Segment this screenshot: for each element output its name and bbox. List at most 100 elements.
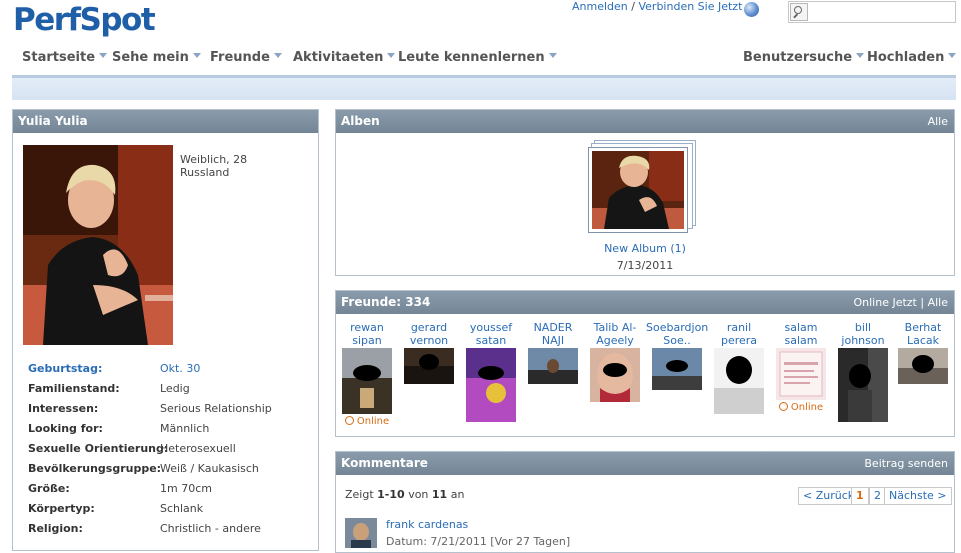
friend-avatar[interactable]	[404, 348, 454, 384]
album-date: 7/13/2011	[616, 259, 674, 272]
chevron-down-icon	[192, 53, 201, 58]
albums-panel: Alben Alle New Album (1) 7/13/2011	[335, 109, 955, 276]
connect-link[interactable]: Verbinden Sie Jetzt	[638, 0, 742, 13]
friend-name[interactable]: NADER NAJI	[522, 321, 584, 348]
info-label: Bevölkerungsgruppe:	[28, 462, 162, 475]
albums-title: Alben	[341, 114, 380, 128]
next-page-button[interactable]: Nächste >	[884, 487, 952, 505]
friend-avatar[interactable]	[590, 348, 640, 402]
friend-card[interactable]: salam salam Online	[770, 321, 832, 413]
info-value: Heterosexuell	[160, 442, 236, 455]
friend-card[interactable]: ranil perera	[708, 321, 770, 414]
friend-name[interactable]: gerard vernon	[398, 321, 460, 348]
clock-icon	[778, 402, 788, 411]
top-links: Anmelden / Verbinden Sie Jetzt	[572, 0, 742, 13]
albums-all-link[interactable]: Alle	[928, 110, 948, 133]
friend-card[interactable]: youssef satan	[460, 321, 522, 422]
comment-date: Datum: 7/21/2011 [Vor 27 Tagen]	[386, 535, 571, 548]
top-links-separator: /	[631, 0, 635, 13]
info-label: Interessen:	[28, 402, 99, 415]
comment-avatar[interactable]	[345, 518, 377, 548]
friend-name[interactable]: Berhat Lacak	[892, 321, 954, 348]
profile-header: Yulia Yulia	[13, 110, 318, 133]
friend-name[interactable]: Soebardjono Soe..	[646, 321, 708, 348]
comments-header: Kommentare Beitrag senden	[336, 452, 954, 475]
friend-card[interactable]: gerard vernon	[398, 321, 460, 384]
friend-card[interactable]: rewan sipan Online	[336, 321, 398, 427]
friend-name[interactable]: rewan sipan	[336, 321, 398, 348]
info-value: Männlich	[160, 422, 210, 435]
comments-title: Kommentare	[341, 456, 428, 470]
nav-aktivitaeten[interactable]: Aktivitaeten	[293, 50, 396, 65]
friends-panel: Freunde: 334 Online Jetzt | Alle rewan s…	[335, 290, 955, 437]
nav-freunde[interactable]: Freunde	[210, 50, 282, 65]
profile-name: Yulia Yulia	[18, 114, 88, 128]
search-icon[interactable]	[790, 3, 808, 21]
nav-benutzersuche[interactable]: Benutzersuche	[743, 50, 865, 65]
friend-card[interactable]: Soebardjono Soe..	[646, 321, 708, 390]
album-thumbnail[interactable]	[588, 147, 688, 233]
friend-avatar[interactable]	[466, 348, 516, 422]
friend-name[interactable]: youssef satan	[460, 321, 522, 348]
friend-avatar[interactable]	[898, 348, 948, 384]
online-status: Online	[336, 416, 398, 427]
info-value: Serious Relationship	[160, 402, 272, 415]
friend-card[interactable]: bill johnson	[832, 321, 894, 422]
friend-avatar[interactable]	[528, 348, 578, 384]
friend-name[interactable]: Talib Al-Ageely	[584, 321, 646, 348]
page-1-button[interactable]: 1	[851, 487, 869, 505]
globe-icon[interactable]	[744, 2, 759, 17]
chevron-down-icon	[548, 53, 557, 58]
prev-page-button[interactable]: < Zurück	[798, 487, 860, 505]
gender-age: Weiblich, 28	[180, 153, 248, 166]
friends-title: Freunde: 334	[341, 295, 431, 309]
perfspot-logo[interactable]: PerfSpot	[13, 2, 156, 38]
nav-sehe-mein[interactable]: Sehe mein	[112, 50, 201, 65]
chevron-down-icon	[948, 53, 957, 58]
friend-card[interactable]: Talib Al-Ageely	[584, 321, 646, 402]
main-nav: Startseite Sehe mein Freunde Aktivitaete…	[0, 50, 961, 70]
post-comment-link[interactable]: Beitrag senden	[864, 452, 948, 475]
friends-header: Freunde: 334 Online Jetzt | Alle	[336, 291, 954, 314]
friend-avatar[interactable]	[838, 348, 888, 422]
profile-meta: Weiblich, 28 Russland	[180, 153, 247, 179]
info-value: Christlich - andere	[160, 522, 261, 535]
online-now-link[interactable]: Online Jetzt	[853, 296, 916, 309]
info-label: Religion:	[28, 522, 83, 535]
friend-avatar[interactable]	[342, 348, 392, 414]
nav-hochladen[interactable]: Hochladen	[867, 50, 957, 65]
chevron-down-icon	[856, 53, 865, 58]
info-value: Weiß / Kaukasisch	[160, 462, 259, 475]
album-cover[interactable]	[586, 140, 696, 233]
chevron-down-icon	[273, 53, 282, 58]
country: Russland	[180, 166, 230, 179]
nav-startseite[interactable]: Startseite	[22, 50, 108, 65]
comment-author-link[interactable]: frank cardenas	[386, 518, 468, 531]
profile-photo[interactable]	[23, 145, 173, 345]
info-label: Größe:	[28, 482, 70, 495]
showing-count: Zeigt 1-10 von 11 an	[345, 488, 465, 501]
header-separator: |	[920, 296, 925, 309]
friend-avatar[interactable]	[776, 348, 826, 400]
friend-avatar[interactable]	[652, 348, 702, 390]
info-label: Familienstand:	[28, 382, 120, 395]
friend-card[interactable]: Berhat Lacak	[892, 321, 954, 384]
chevron-down-icon	[99, 53, 108, 58]
info-label[interactable]: Geburtstag:	[28, 362, 102, 375]
info-label: Sexuelle Orientierung:	[28, 442, 169, 455]
friend-card[interactable]: NADER NAJI	[522, 321, 584, 384]
album-name-link[interactable]: New Album (1)	[336, 242, 954, 255]
nav-leute-kennenlernen[interactable]: Leute kennenlernen	[398, 50, 557, 65]
friends-all-link[interactable]: Alle	[928, 296, 948, 309]
online-status: Online	[770, 402, 832, 413]
friend-avatar[interactable]	[714, 348, 764, 414]
signin-link[interactable]: Anmelden	[572, 0, 628, 13]
info-value[interactable]: Okt. 30	[160, 362, 200, 375]
clock-icon	[344, 416, 354, 425]
search-input[interactable]	[788, 1, 956, 23]
info-value: Ledig	[160, 382, 190, 395]
friend-name[interactable]: salam salam	[770, 321, 832, 348]
friend-name[interactable]: bill johnson	[832, 321, 894, 348]
friend-name[interactable]: ranil perera	[708, 321, 770, 348]
info-label: Looking for:	[28, 422, 103, 435]
